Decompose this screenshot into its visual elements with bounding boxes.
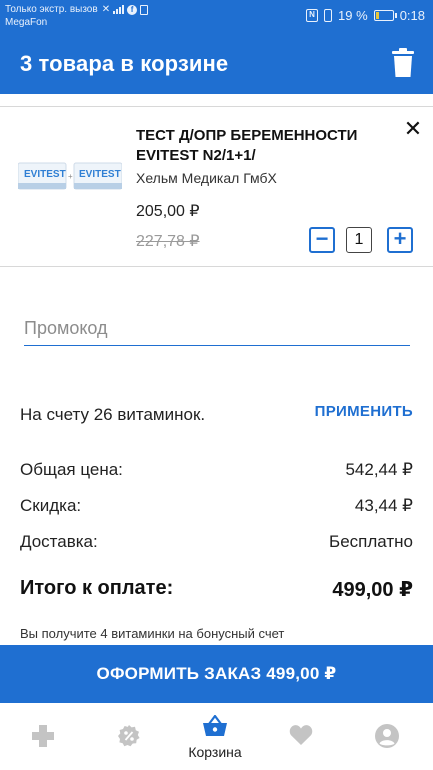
delivery-label: Доставка: — [20, 532, 98, 551]
nfc-icon: N — [306, 9, 319, 22]
signal-icon — [113, 5, 125, 14]
bonus-balance-text: На счету 26 витаминок. — [20, 405, 206, 424]
status-indicators: ✕ f — [101, 3, 149, 16]
facebook-icon: f — [127, 4, 138, 15]
profile-icon — [375, 724, 399, 748]
pharmacy-cross-icon — [32, 725, 54, 747]
divider-item — [0, 266, 433, 267]
clock: 0:18 — [399, 8, 425, 23]
discount-label: Скидка: — [20, 496, 82, 515]
total-price-label: Общая цена: — [20, 460, 123, 479]
nav-label-cart: Корзина — [188, 744, 242, 760]
battery-percent: 19 % — [338, 8, 368, 23]
product-price: 205,00 ₽ — [136, 203, 200, 220]
checkout-button[interactable]: ОФОРМИТЬ ЗАКАЗ 499,00 ₽ — [0, 645, 433, 703]
amount-due-value: 499,00 ₽ — [332, 579, 413, 601]
quantity-value[interactable]: 1 — [346, 227, 372, 253]
nav-item-catalog[interactable] — [0, 703, 86, 770]
product-image-brand-1: EVITEST — [24, 169, 66, 180]
product-image-brand-2: EVITEST — [79, 169, 121, 180]
discount-badge-icon — [118, 725, 140, 747]
close-small-icon: ✕ — [101, 4, 111, 15]
product-old-price: 227,78 ₽ — [136, 233, 200, 250]
vibrate-icon — [324, 9, 333, 22]
amount-due-label: Итого к оплате: — [20, 577, 174, 599]
trash-icon[interactable] — [390, 48, 416, 78]
status-right: N 19 % 0:18 — [306, 8, 425, 23]
sim-icon — [140, 4, 149, 15]
quantity-increase-button[interactable]: + — [387, 227, 413, 253]
delivery-value: Бесплатно — [329, 532, 413, 551]
nav-item-discounts[interactable] — [86, 703, 172, 770]
basket-icon — [203, 715, 227, 736]
apply-bonus-button[interactable]: ПРИМЕНИТЬ — [315, 403, 413, 420]
remove-item-close-icon[interactable]: ✕ — [402, 118, 424, 140]
heart-icon — [289, 725, 313, 745]
product-manufacturer: Хельм Медикал ГмбХ — [136, 170, 277, 186]
bottom-nav: Корзина — [0, 703, 433, 770]
nav-item-profile[interactable] — [344, 703, 430, 770]
divider-top — [0, 106, 433, 107]
discount-value: 43,44 ₽ — [354, 496, 413, 515]
page-title: 3 товара в корзине — [20, 51, 229, 76]
emergency-only-text: Только экстр. вызов — [5, 4, 98, 15]
status-left: Только экстр. вызов ✕ f MegaFon — [5, 3, 149, 29]
nav-item-favorites[interactable] — [258, 703, 344, 770]
app-header: 3 товара в корзине — [0, 32, 433, 94]
svg-text:+: + — [68, 172, 73, 181]
product-name[interactable]: ТЕСТ Д/ОПР БЕРЕМЕННОСТИ EVITEST N2/1+1/ — [136, 126, 376, 166]
total-price-value: 542,44 ₽ — [345, 460, 413, 479]
status-bar: Только экстр. вызов ✕ f MegaFon N 19 % 0… — [0, 0, 433, 32]
carrier-name: MegaFon — [5, 17, 48, 28]
nav-item-cart[interactable]: Корзина — [172, 703, 258, 770]
battery-icon — [373, 10, 397, 21]
quantity-decrease-button[interactable]: − — [309, 227, 335, 253]
promo-code-input[interactable] — [24, 312, 410, 346]
product-image[interactable]: EVITEST + EVITEST — [18, 157, 122, 197]
bonus-earned-note: Вы получите 4 витаминки на бонусный счет — [20, 626, 285, 641]
